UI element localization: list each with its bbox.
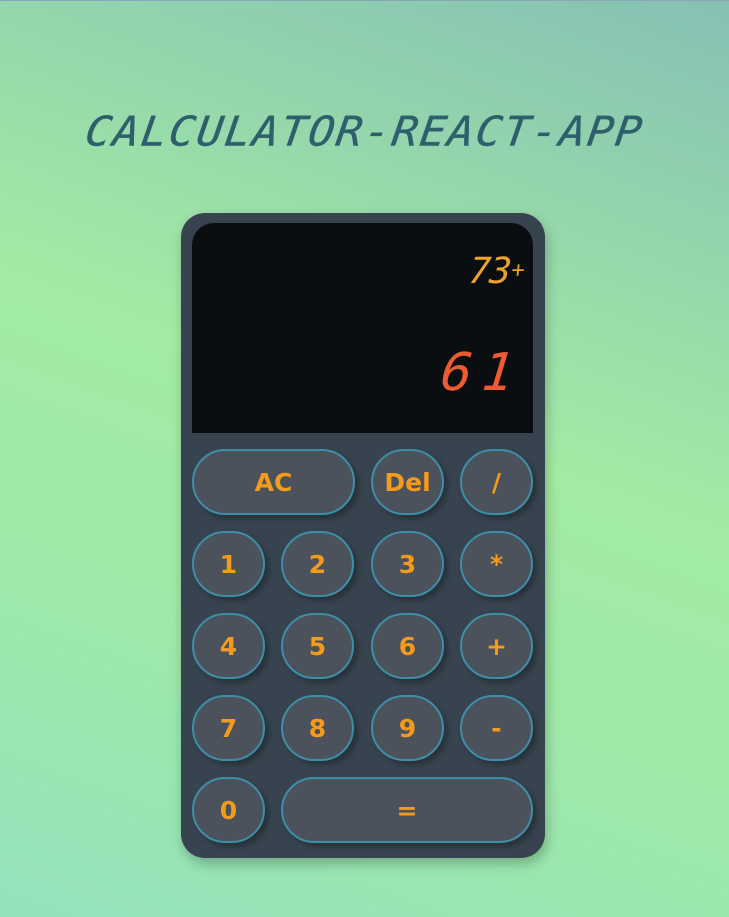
digit-7-button[interactable]: 7 [192,695,265,761]
calculator-display: 73+ 61 [192,223,533,433]
digit-4-button[interactable]: 4 [192,613,265,679]
minus-button[interactable]: - [460,695,533,761]
previous-operand: 73+ [467,251,526,292]
digit-3-button[interactable]: 3 [371,531,444,597]
digit-0-button[interactable]: 0 [192,777,265,843]
multiply-button[interactable]: * [460,531,533,597]
plus-button[interactable]: + [460,613,533,679]
digit-9-button[interactable]: 9 [371,695,444,761]
digit-6-button[interactable]: 6 [371,613,444,679]
previous-operand-value: 73 [467,251,513,292]
digit-2-button[interactable]: 2 [281,531,354,597]
digit-1-button[interactable]: 1 [192,531,265,597]
equals-button[interactable]: = [281,777,533,843]
app-title: CALCULATOR-REACT-APP [82,108,647,156]
divide-button[interactable]: / [460,449,533,515]
delete-button[interactable]: Del [371,449,444,515]
digit-5-button[interactable]: 5 [281,613,354,679]
pending-operation: + [510,258,526,283]
all-clear-button[interactable]: AC [192,449,355,515]
digit-8-button[interactable]: 8 [281,695,354,761]
calculator: 73+ 61 AC Del / 1 2 3 * 4 5 6 + 7 8 9 - … [181,213,545,858]
current-operand: 61 [438,343,528,403]
